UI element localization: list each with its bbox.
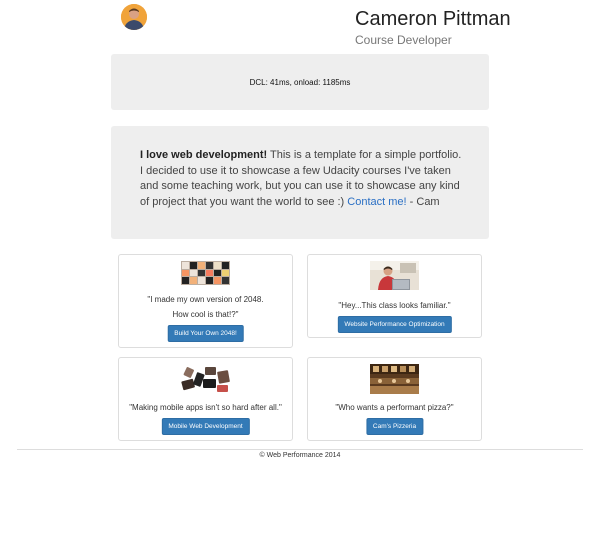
mobile-web-development-button[interactable]: Mobile Web Development [161,418,250,435]
project-card: "Who wants a performant pizza?" Cam's Pi… [307,357,482,441]
contact-link[interactable]: Contact me! [347,196,406,208]
avatar [121,4,147,30]
perf-panel: DCL: 41ms, onload: 1185ms [111,54,489,110]
build-2048-button[interactable]: Build Your Own 2048! [167,325,244,342]
intro-signature: - Cam [406,195,440,208]
footer-copyright: © Web Performance 2014 [259,452,341,459]
perf-timing: DCL: 41ms, onload: 1185ms [249,78,351,87]
project-quote: "Who wants a performant pizza?" [335,403,454,412]
footer-divider [17,449,583,450]
intro-headline: I love web development! [140,149,268,161]
intro-text: I love web development! This is a templa… [140,148,465,210]
project-card: "Making mobile apps isn't so hard after … [118,357,293,441]
mobile-devices-thumbnail [181,365,230,394]
page-subtitle: Course Developer [355,33,452,47]
2048-thumbnail [181,261,230,285]
project-quote: "Making mobile apps isn't so hard after … [129,403,282,412]
project-quote: "I made my own version of 2048. How cool… [147,295,264,319]
project-quote: "Hey...This class looks familiar." [338,301,451,310]
intro-panel: I love web development! This is a templa… [111,126,489,239]
project-card: "I made my own version of 2048. How cool… [118,254,293,348]
person-laptop-thumbnail [370,261,419,290]
cams-pizzeria-button[interactable]: Cam's Pizzeria [365,418,424,435]
project-card: "Hey...This class looks familiar." Websi… [307,254,482,338]
website-performance-optimization-button[interactable]: Website Performance Optimization [337,316,452,333]
page-title: Cameron Pittman [355,8,511,30]
pizzeria-thumbnail [370,364,419,394]
